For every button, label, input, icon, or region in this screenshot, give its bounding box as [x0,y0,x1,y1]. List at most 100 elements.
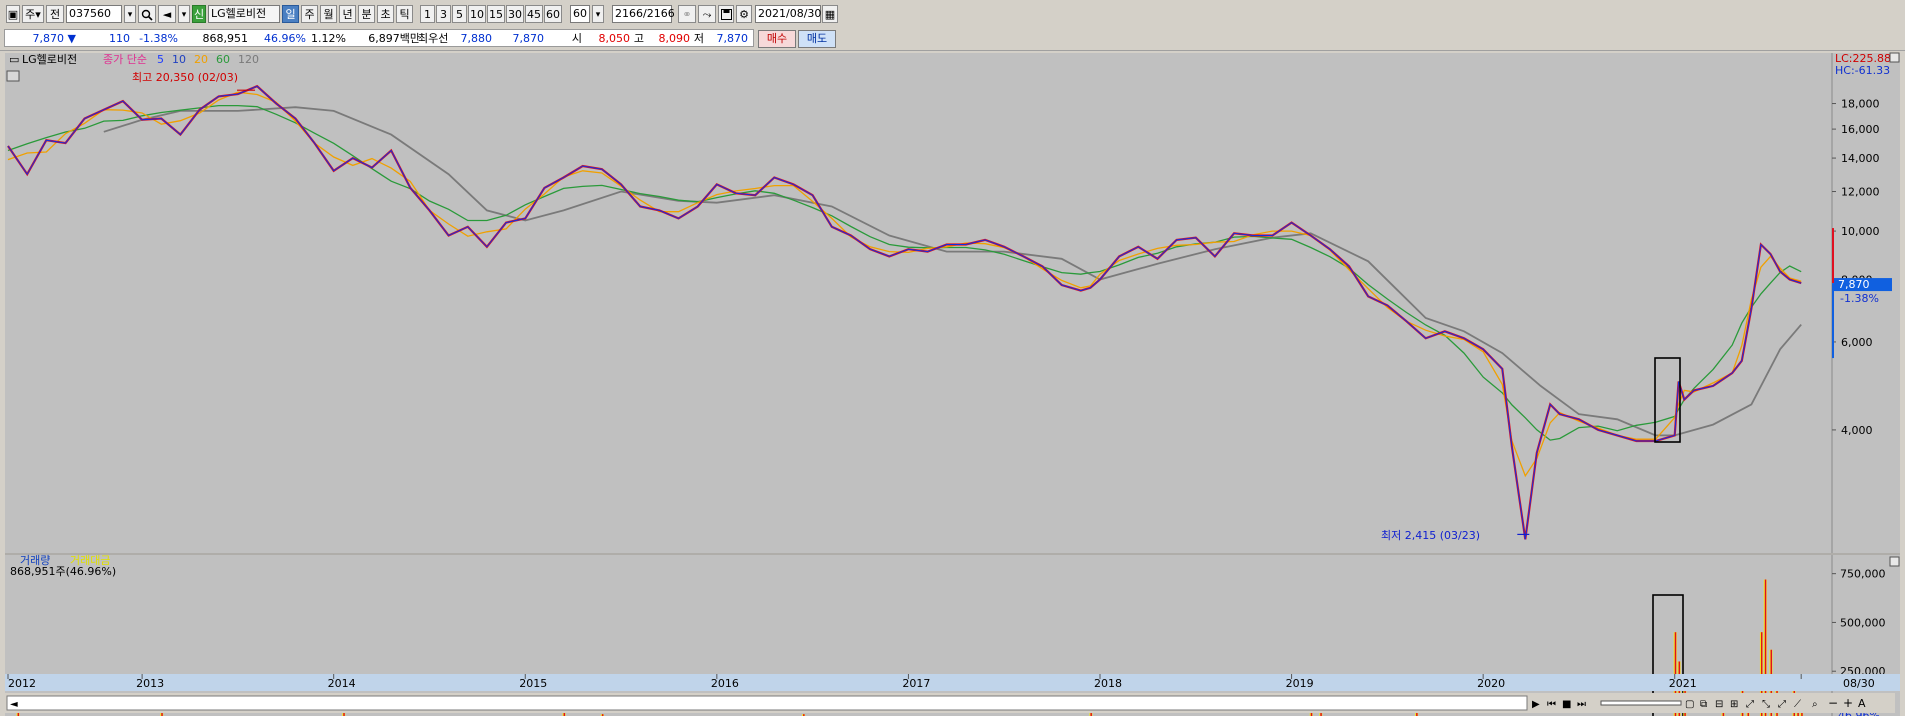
price-tick-label: 12,000 [1841,186,1880,199]
quote-vol-ratio: 46.96% [264,32,306,45]
draw-icon-3[interactable]: ⤢ [1778,699,1786,710]
period-button[interactable]: 년 [339,5,356,23]
nums-value-field[interactable]: 60 [570,5,590,23]
quote-change-pct: -1.38% [139,32,178,45]
legend-item: 20 [194,53,208,66]
period-button[interactable]: 초 [377,5,394,23]
date-input[interactable]: 2021/08/30 [755,5,821,23]
x-label: 2016 [711,677,739,690]
count-total: /2166 [643,7,675,20]
period-button[interactable]: 월 [320,5,337,23]
stop-icon[interactable]: ■ [1562,699,1571,710]
quote-bar: 7,870 ▼ 110 -1.38% 868,951 46.96% 1.12% … [0,28,1905,51]
scroll-track[interactable] [6,695,1528,711]
quote-turnover: 1.12% [311,32,346,45]
calendar-icon[interactable]: ▦ [822,5,838,23]
stock-chart[interactable]: 18,00016,00014,00012,00010,0008,0006,000… [0,50,1905,716]
interval-button[interactable]: 3 [436,5,451,23]
draw-icon-4[interactable]: ⟋ [1794,699,1801,710]
gear-icon[interactable]: ⚙ [736,5,752,23]
zoom-slider[interactable] [1600,700,1682,706]
legend-item: 120 [238,53,259,66]
link-icon[interactable]: ⚭ [678,5,696,23]
x-label: 2018 [1094,677,1122,690]
quote-low-label: 저 [693,32,704,45]
tool-icon-4[interactable]: ⊞ [1730,699,1738,710]
market-select[interactable]: 주▾ [22,5,44,23]
fast-forward-icon[interactable]: ⏭ [1577,699,1586,710]
interval-button[interactable]: 30 [506,5,524,23]
zoom-in-icon[interactable]: + [1843,696,1853,710]
quote-high-label: 고 [633,32,644,45]
new-badge: 신 [192,5,206,23]
price-tick-label: 16,000 [1841,123,1880,136]
scroll-right-icon[interactable]: ▶ [1532,699,1540,710]
period-button[interactable]: 틱 [396,5,413,23]
speaker-icon[interactable]: ◄ [158,5,176,23]
search-icon[interactable] [138,5,156,23]
x-label: 2015 [519,677,547,690]
x-label: 2012 [8,677,36,690]
price-panel [5,53,1832,553]
last-change-label: -1.38% [1840,292,1879,305]
interval-button[interactable]: 60 [544,5,562,23]
interval-button[interactable]: 15 [487,5,505,23]
chart-settings-icon[interactable]: ▭ [9,53,19,66]
grid-toggle-icon[interactable] [6,70,20,82]
draw-icon-1[interactable]: ⤢ [1746,699,1754,710]
quote-bid: 7,870 [512,32,545,45]
scroll-left-icon[interactable]: ◄ [10,699,18,710]
quote-amount: 6,897백만 [368,32,420,45]
buy-button[interactable]: 매수 [758,30,796,48]
quote-change: 110 [109,32,130,45]
period-type-button[interactable]: 전 [46,5,64,23]
interval-button[interactable]: 1 [420,5,435,23]
count-field[interactable]: 2166/2166 [612,5,675,23]
volume-panel-maximize-icon[interactable] [1889,556,1900,567]
code-dropdown-icon[interactable]: ▾ [124,5,136,23]
interval-button[interactable]: 5 [452,5,467,23]
price-tick-label: 10,000 [1841,225,1880,238]
code-input[interactable]: 037560 [66,5,122,23]
chart-title: LG헬로비전 [22,53,77,66]
tool-icon-1[interactable]: ▢ [1685,699,1694,710]
interval-button[interactable]: 10 [468,5,486,23]
stock-name: LG헬로비전 [211,7,267,20]
font-size-icon[interactable]: A [1858,697,1866,710]
market-value: 주 [25,8,36,21]
x-label: 2014 [328,677,356,690]
quote-high: 8,090 [658,32,691,45]
price-panel-maximize-icon[interactable] [1889,52,1900,63]
period-button[interactable]: 일 [282,5,299,23]
period-button[interactable]: 분 [358,5,375,23]
zoom-icon[interactable]: ⌕ [1812,699,1818,710]
tool-icon-3[interactable]: ⊟ [1715,699,1723,710]
nums-dropdown-icon[interactable]: ▾ [592,5,604,23]
tool-icon-2[interactable]: ⧉ [1700,699,1707,710]
speaker-dropdown-icon[interactable]: ▾ [178,5,190,23]
window-icon[interactable]: ▣ [6,5,20,23]
save-icon[interactable] [718,5,734,23]
quote-open: 8,050 [598,32,631,45]
rewind-icon[interactable]: ⏮ [1547,699,1556,710]
price-tick-label: 18,000 [1841,98,1880,111]
chart-tool-icon[interactable]: ⤳ [698,5,716,23]
x-label: 2021 [1669,677,1697,690]
quote-low: 7,870 [716,32,749,45]
price-tick-label: 4,000 [1841,424,1873,437]
interval-button[interactable]: 45 [525,5,543,23]
x-label: 2017 [902,677,930,690]
period-button[interactable]: 주 [301,5,318,23]
draw-icon-2[interactable]: ⤡ [1762,699,1770,710]
low-annotation: 최저 2,415 (03/23) [1381,529,1480,542]
quote-volume: 868,951 [202,32,249,45]
legend-prefix: 종가 단순 [103,53,147,66]
quote-best-label: 최우선 [418,32,449,45]
hc-label: HC:-61.33 [1835,64,1890,77]
last-price-label: 7,870 [1838,278,1870,291]
volume-current: 868,951주(46.96%) [10,565,116,578]
x-label: 2013 [136,677,164,690]
zoom-out-icon[interactable]: − [1828,696,1838,710]
volume-tick-label: 750,000 [1840,568,1886,581]
sell-button[interactable]: 매도 [798,30,836,48]
